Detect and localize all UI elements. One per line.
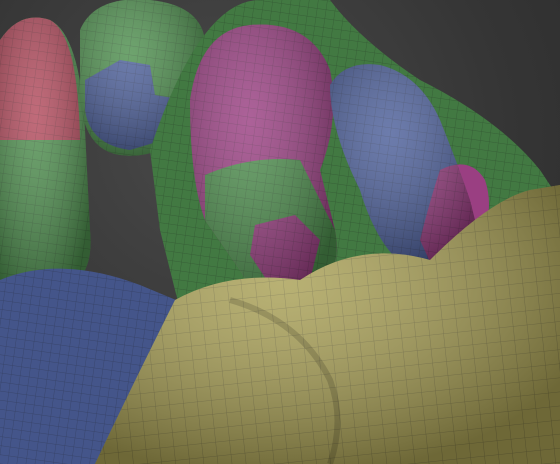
3d-viewport[interactable] <box>0 0 560 464</box>
hand-mesh-render <box>0 0 560 464</box>
left-finger <box>0 17 91 300</box>
